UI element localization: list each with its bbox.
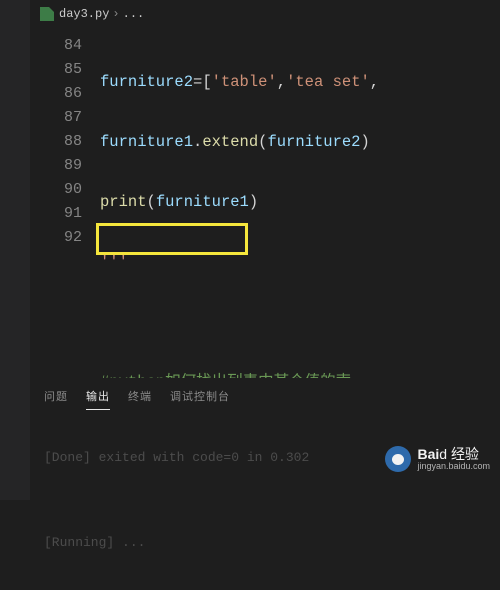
tab-problems[interactable]: 问题 — [44, 386, 68, 410]
tab-output[interactable]: 输出 — [86, 386, 110, 410]
line-number: 91 — [30, 202, 100, 226]
code-area[interactable]: furniture2=['table','tea set', furniture… — [100, 28, 500, 378]
line-number: 88 — [30, 130, 100, 154]
activity-bar[interactable] — [0, 0, 30, 500]
file-tab[interactable]: day3.py › ... — [30, 0, 154, 28]
line-number: 92 — [30, 226, 100, 250]
watermark: Baid 经验 jingyan.baidu.com — [385, 446, 490, 472]
line-number: 89 — [30, 154, 100, 178]
breadcrumb-separator: › — [109, 7, 122, 21]
code-line: #python如何找出列表中某个值的索 — [100, 370, 500, 378]
panel-tab-bar: 问题 输出 终端 调试控制台 — [30, 378, 500, 410]
bottom-panel: 问题 输出 终端 调试控制台 [Done] exited with code=0… — [30, 378, 500, 500]
line-number: 86 — [30, 82, 100, 106]
breadcrumb-more: ... — [123, 7, 145, 21]
line-number: 85 — [30, 58, 100, 82]
output-content[interactable]: [Done] exited with code=0 in 0.302 [Runn… — [30, 410, 500, 590]
baidu-paw-icon — [385, 446, 411, 472]
code-line — [100, 310, 500, 334]
tab-debug-console[interactable]: 调试控制台 — [170, 386, 230, 410]
line-number-gutter: 848586878889909192 — [30, 28, 100, 378]
code-line: ''' — [100, 250, 500, 274]
tab-terminal[interactable]: 终端 — [128, 386, 152, 410]
code-editor[interactable]: 848586878889909192 furniture2=['table','… — [30, 28, 500, 378]
code-line: furniture1.extend(furniture2) — [100, 130, 500, 154]
line-number: 90 — [30, 178, 100, 202]
editor-tab-bar: day3.py › ... — [30, 0, 154, 28]
line-number: 84 — [30, 34, 100, 58]
code-line: print(furniture1) — [100, 190, 500, 214]
line-number: 87 — [30, 106, 100, 130]
code-line: furniture2=['table','tea set', — [100, 70, 500, 94]
python-icon — [40, 7, 54, 21]
tab-filename: day3.py — [59, 7, 109, 21]
